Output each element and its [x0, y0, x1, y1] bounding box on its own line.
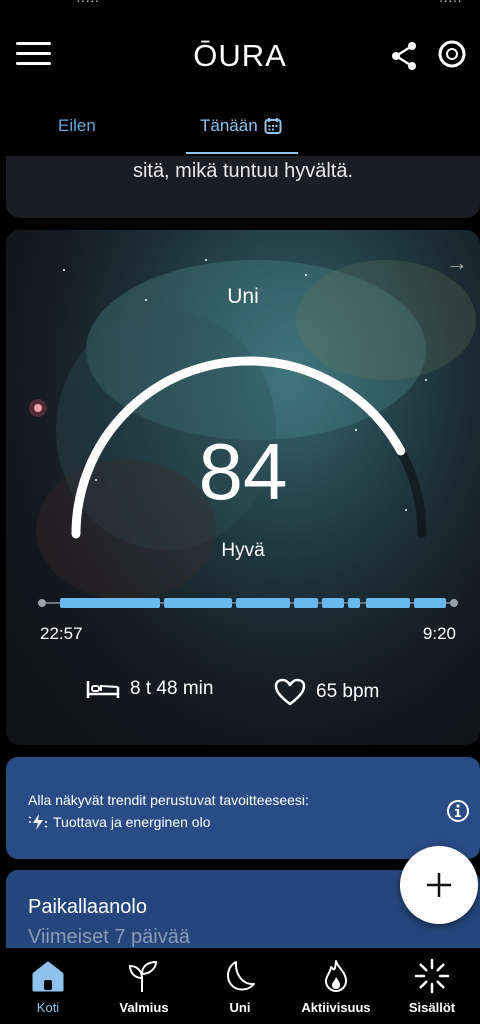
nav-activity-label: Aktiivisuus: [301, 1000, 371, 1015]
status-icons: ·····: [438, 0, 462, 8]
moon-icon: [227, 961, 255, 991]
sleep-duration-value: 8 t 48 min: [130, 678, 214, 699]
energy-bolt-icon: [28, 814, 48, 830]
sleep-score: 84: [198, 427, 288, 516]
nav-content-label: Sisällöt: [408, 1000, 456, 1015]
burst-icon: [414, 958, 450, 994]
day-tabs: Eilen Tänään: [0, 94, 480, 156]
ring-status-icon[interactable]: [436, 38, 468, 70]
timeline-segment: [366, 598, 410, 608]
sleep-rating: Hyvä: [221, 540, 265, 561]
timeline-segment: [164, 598, 232, 608]
inactivity-title: Paikallaanolo: [28, 896, 147, 918]
previous-card[interactable]: sitä, mikä tuntuu hyvältä.: [6, 156, 480, 218]
heart-icon: [274, 678, 306, 706]
goal-info-card[interactable]: Alla näkyvät trendit perustuvat tavoitte…: [6, 757, 480, 859]
heart-rate: 65 bpm: [274, 678, 379, 706]
nav-content[interactable]: Sisällöt: [384, 948, 480, 1024]
sprout-icon: [128, 960, 158, 992]
home-icon: [32, 961, 64, 992]
timeline-segment: [294, 598, 318, 608]
nav-home-label: Koti: [36, 1000, 60, 1015]
bedtime: 22:57: [40, 624, 83, 643]
nav-activity[interactable]: Aktiivisuus: [288, 948, 384, 1024]
goal-name: Tuottava ja energinen olo: [53, 814, 211, 830]
sleep-title: Uni: [227, 285, 259, 308]
tab-yesterday[interactable]: Eilen: [58, 116, 96, 136]
add-button[interactable]: [400, 846, 478, 924]
goal-info-text: Alla näkyvät trendit perustuvat tavoitte…: [28, 792, 309, 808]
wake-time: 9:20: [422, 624, 456, 643]
tab-today[interactable]: Tänään: [200, 116, 282, 136]
nav-sleep-label: Uni: [229, 1000, 251, 1015]
inactivity-subtitle: Viimeiset 7 päivää: [28, 926, 190, 948]
status-bar: ····· ·····: [0, 0, 480, 18]
flame-icon: [325, 960, 347, 992]
calendar-icon: [264, 118, 282, 134]
bottom-navigation: Koti Valmius Uni Aktiivisuus Sisällöt: [0, 948, 480, 1024]
nav-sleep[interactable]: Uni: [192, 948, 288, 1024]
share-icon[interactable]: [388, 40, 420, 72]
active-tab-indicator: [186, 152, 298, 154]
bed-icon: [86, 681, 120, 698]
plus-icon: [427, 873, 451, 897]
sleep-card[interactable]: → Uni 84 Hyvä 22:57 9:20 8 t 48 min 65 b…: [6, 230, 480, 745]
sleep-duration: 8 t 48 min: [86, 678, 213, 700]
nav-readiness[interactable]: Valmius: [96, 948, 192, 1024]
top-bar: ŌURA: [0, 18, 480, 94]
tab-today-label: Tänään: [200, 116, 258, 135]
nav-readiness-label: Valmius: [119, 1000, 169, 1015]
timeline-segment: [414, 598, 446, 608]
info-icon[interactable]: [446, 799, 470, 823]
goal-line: Tuottava ja energinen olo: [28, 813, 210, 831]
sleep-stats: 8 t 48 min 65 bpm: [6, 678, 480, 712]
arrow-right-icon[interactable]: →: [446, 250, 468, 276]
nav-home[interactable]: Koti: [0, 948, 96, 1024]
timeline-segment: [60, 598, 160, 608]
timeline-segment: [236, 598, 290, 608]
sleep-timeline: [38, 598, 458, 608]
timeline-segment: [322, 598, 344, 608]
previous-card-text: sitä, mikä tuntuu hyvältä.: [132, 160, 354, 182]
timeline-segment: [348, 598, 360, 608]
heart-rate-value: 65 bpm: [316, 681, 380, 702]
status-time: ·····: [76, 0, 100, 8]
